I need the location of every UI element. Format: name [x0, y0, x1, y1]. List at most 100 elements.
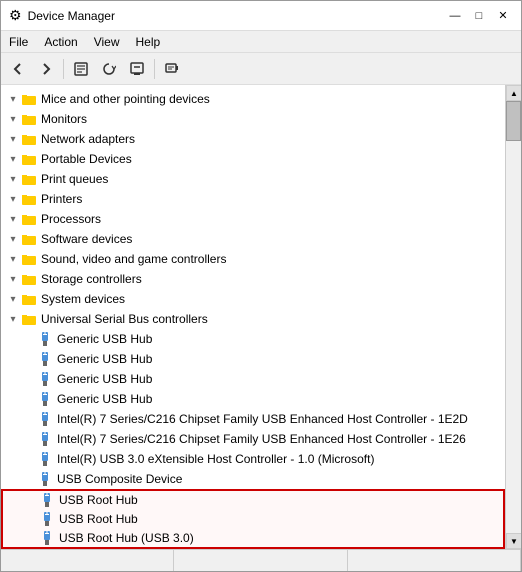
- window-title: Device Manager: [28, 9, 115, 23]
- tree-item-generic2[interactable]: Generic USB Hub: [1, 349, 505, 369]
- tree-label-printers: Printers: [41, 192, 82, 206]
- tree-icon-usb-controllers: [21, 311, 37, 327]
- tree-expander-generic1[interactable]: [21, 329, 37, 349]
- tree-icon-generic1: [37, 331, 53, 347]
- tree-item-intel3[interactable]: Intel(R) USB 3.0 eXtensible Host Control…: [1, 449, 505, 469]
- tree-item-monitors[interactable]: ▾Monitors: [1, 109, 505, 129]
- tree-item-usb-root-3[interactable]: USB Root Hub (USB 3.0): [1, 529, 505, 549]
- tree-item-processors[interactable]: ▾ Processors: [1, 209, 505, 229]
- tree-label-sound: Sound, video and game controllers: [41, 252, 226, 266]
- tree-expander-monitors[interactable]: ▾: [5, 109, 21, 129]
- scan-icon: [165, 62, 179, 76]
- title-controls: — □ ✕: [445, 6, 513, 26]
- tree-expander-usb-composite[interactable]: [21, 469, 37, 489]
- toolbar-uninstall[interactable]: [124, 56, 150, 82]
- toolbar: [1, 53, 521, 85]
- tree-label-usb-controllers: Universal Serial Bus controllers: [41, 312, 208, 326]
- tree-expander-generic3[interactable]: [21, 369, 37, 389]
- tree-expander-usb-root-3[interactable]: [23, 528, 39, 548]
- scroll-thumb[interactable]: [506, 101, 521, 141]
- scroll-down-button[interactable]: ▼: [506, 533, 521, 549]
- app-icon: ⚙: [9, 7, 22, 24]
- tree-icon-intel3: [37, 451, 53, 467]
- tree-item-network[interactable]: ▾Network adapters: [1, 129, 505, 149]
- tree-expander-usb-root-2[interactable]: [23, 509, 39, 529]
- status-bar: [1, 549, 521, 571]
- tree-item-intel2[interactable]: Intel(R) 7 Series/C216 Chipset Family US…: [1, 429, 505, 449]
- minimize-button[interactable]: —: [445, 6, 465, 26]
- toolbar-properties[interactable]: [68, 56, 94, 82]
- scroll-track[interactable]: [506, 101, 521, 533]
- tree-icon-intel2: [37, 431, 53, 447]
- tree-expander-generic4[interactable]: [21, 389, 37, 409]
- tree-label-usb-composite: USB Composite Device: [57, 472, 182, 486]
- maximize-button[interactable]: □: [469, 6, 489, 26]
- tree-icon-monitors: [21, 111, 37, 127]
- tree-expander-system-devices[interactable]: ▾: [5, 289, 21, 309]
- tree-item-storage[interactable]: ▾ Storage controllers: [1, 269, 505, 289]
- update-icon: [102, 62, 116, 76]
- tree-label-print-queues: Print queues: [41, 172, 108, 186]
- tree-label-storage: Storage controllers: [41, 272, 142, 286]
- tree-label-system-devices: System devices: [41, 292, 125, 306]
- tree-item-portable[interactable]: ▾Portable Devices: [1, 149, 505, 169]
- menu-view[interactable]: View: [86, 33, 128, 51]
- properties-icon: [74, 62, 88, 76]
- tree-item-usb-controllers[interactable]: ▾ Universal Serial Bus controllers: [1, 309, 505, 329]
- tree-icon-sound: [21, 251, 37, 267]
- tree-expander-portable[interactable]: ▾: [5, 149, 21, 169]
- tree-expander-intel3[interactable]: [21, 449, 37, 469]
- tree-expander-intel2[interactable]: [21, 429, 37, 449]
- status-segment-1: [1, 550, 174, 571]
- tree-item-intel1[interactable]: Intel(R) 7 Series/C216 Chipset Family US…: [1, 409, 505, 429]
- toolbar-forward[interactable]: [33, 56, 59, 82]
- tree-expander-software-devices[interactable]: ▾: [5, 229, 21, 249]
- toolbar-scan[interactable]: [159, 56, 185, 82]
- menu-file[interactable]: File: [1, 33, 36, 51]
- menu-action[interactable]: Action: [36, 33, 85, 51]
- tree-item-mice[interactable]: ▾Mice and other pointing devices: [1, 89, 505, 109]
- tree-icon-usb-composite: [37, 471, 53, 487]
- tree-item-print-queues[interactable]: ▾ Print queues: [1, 169, 505, 189]
- tree-label-generic2: Generic USB Hub: [57, 352, 152, 366]
- tree-expander-printers[interactable]: ▾: [5, 189, 21, 209]
- scroll-up-button[interactable]: ▲: [506, 85, 521, 101]
- tree-label-usb-root-1: USB Root Hub: [59, 493, 138, 507]
- title-bar: ⚙ Device Manager — □ ✕: [1, 1, 521, 31]
- tree-expander-generic2[interactable]: [21, 349, 37, 369]
- vertical-scrollbar[interactable]: ▲ ▼: [505, 85, 521, 549]
- tree-label-processors: Processors: [41, 212, 101, 226]
- tree-expander-print-queues[interactable]: ▾: [5, 169, 21, 189]
- tree-expander-sound[interactable]: ▾: [5, 249, 21, 269]
- tree-item-generic3[interactable]: Generic USB Hub: [1, 369, 505, 389]
- menu-help[interactable]: Help: [128, 33, 169, 51]
- tree-label-generic4: Generic USB Hub: [57, 392, 152, 406]
- tree-item-system-devices[interactable]: ▾ System devices: [1, 289, 505, 309]
- tree-label-software-devices: Software devices: [41, 232, 132, 246]
- tree-expander-intel1[interactable]: [21, 409, 37, 429]
- toolbar-update[interactable]: [96, 56, 122, 82]
- tree-panel[interactable]: ▾Mice and other pointing devices▾Monitor…: [1, 85, 505, 549]
- close-button[interactable]: ✕: [493, 6, 513, 26]
- tree-expander-storage[interactable]: ▾: [5, 269, 21, 289]
- tree-item-generic1[interactable]: Generic USB Hub: [1, 329, 505, 349]
- tree-item-usb-composite[interactable]: USB Composite Device: [1, 469, 505, 489]
- tree-icon-usb-root-2: [39, 511, 55, 527]
- tree-label-generic1: Generic USB Hub: [57, 332, 152, 346]
- tree-icon-generic4: [37, 391, 53, 407]
- status-segment-2: [174, 550, 347, 571]
- tree-item-generic4[interactable]: Generic USB Hub: [1, 389, 505, 409]
- menu-bar: File Action View Help: [1, 31, 521, 53]
- tree-item-usb-root-1[interactable]: USB Root Hub: [1, 489, 505, 509]
- tree-item-usb-root-2[interactable]: USB Root Hub: [1, 509, 505, 529]
- uninstall-icon: [130, 62, 144, 76]
- toolbar-back[interactable]: [5, 56, 31, 82]
- tree-expander-mice[interactable]: ▾: [5, 89, 21, 109]
- tree-item-sound[interactable]: ▾ Sound, video and game controllers: [1, 249, 505, 269]
- tree-item-printers[interactable]: ▾ Printers: [1, 189, 505, 209]
- tree-expander-network[interactable]: ▾: [5, 129, 21, 149]
- tree-expander-usb-root-1[interactable]: [23, 490, 39, 510]
- tree-expander-usb-controllers[interactable]: ▾: [5, 309, 21, 329]
- tree-expander-processors[interactable]: ▾: [5, 209, 21, 229]
- tree-item-software-devices[interactable]: ▾ Software devices: [1, 229, 505, 249]
